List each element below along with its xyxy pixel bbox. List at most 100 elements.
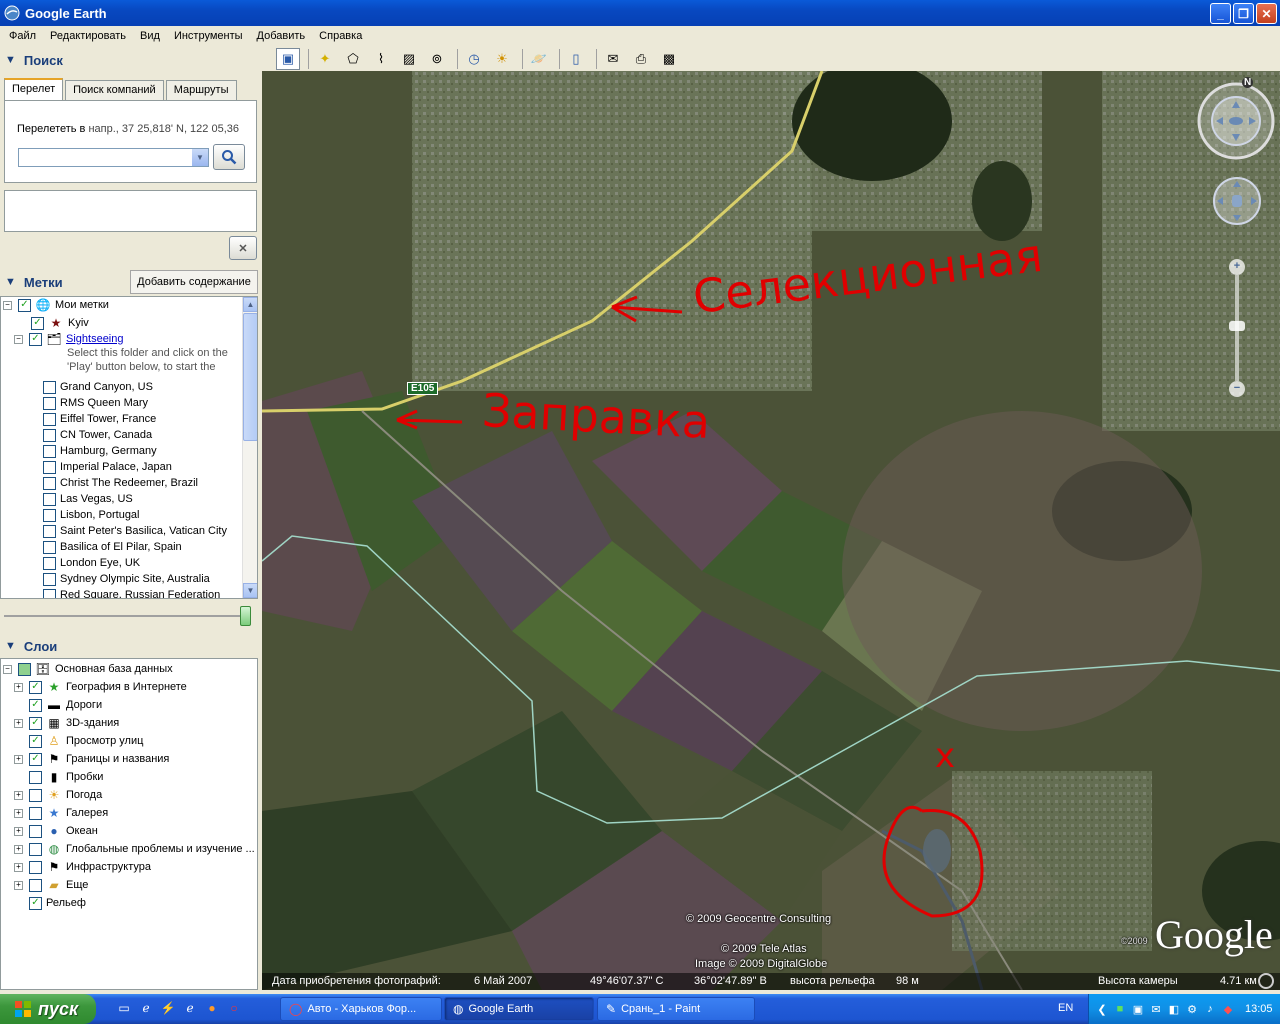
add-content-button[interactable]: Добавить содержание	[130, 270, 258, 294]
checkbox[interactable]	[18, 662, 31, 676]
dropdown-arrow-icon[interactable]: ▼	[192, 149, 208, 166]
menu-view[interactable]: Вид	[133, 30, 167, 42]
checkbox[interactable]	[29, 806, 42, 820]
ruler-button[interactable]: ▯	[564, 48, 588, 70]
taskbar-button-opera[interactable]: ◯ Авто - Харьков Фор...	[280, 997, 442, 1021]
language-indicator[interactable]: EN	[1058, 1002, 1073, 1014]
expand-icon[interactable]: +	[14, 754, 23, 764]
taskbar-button-paint[interactable]: ✎ Срань_1 - Paint	[597, 997, 755, 1021]
place-item[interactable]: CN Tower, Canada	[43, 427, 152, 443]
checkbox[interactable]: ✓	[31, 316, 44, 330]
zoom-slider[interactable]: + −	[1226, 259, 1246, 401]
layer-item[interactable]: + ● Океан	[14, 823, 98, 839]
tab-find-businesses[interactable]: Поиск компаний	[65, 80, 164, 100]
slider-knob[interactable]	[240, 606, 251, 626]
expand-icon[interactable]: +	[14, 682, 23, 692]
tray-app-icon[interactable]: ✉	[1149, 1002, 1163, 1016]
place-item[interactable]: Hamburg, Germany	[43, 443, 157, 459]
volume-icon[interactable]: ♪	[1203, 1002, 1217, 1016]
compass-control[interactable]: N	[1196, 77, 1276, 161]
checkbox[interactable]	[43, 428, 56, 442]
layers-panel-header[interactable]: ▼ Слои	[0, 635, 260, 657]
sidebar-toggle-button[interactable]: ▣	[276, 47, 300, 70]
menu-file[interactable]: Файл	[2, 30, 43, 42]
layer-item[interactable]: ✓ Рельеф	[29, 895, 86, 911]
layer-item[interactable]: ▮ Пробки	[29, 769, 103, 785]
checkbox[interactable]	[43, 412, 56, 426]
minimize-button[interactable]: _	[1210, 3, 1231, 24]
security-icon[interactable]: ◆	[1221, 1002, 1235, 1016]
checkbox[interactable]	[29, 788, 42, 802]
expand-icon[interactable]: +	[14, 826, 23, 836]
collapse-icon[interactable]: −	[14, 334, 23, 344]
layer-item[interactable]: + ◍ Глобальные проблемы и изучение ...	[14, 841, 255, 857]
menu-tools[interactable]: Инструменты	[167, 30, 250, 42]
checkbox[interactable]	[43, 556, 56, 570]
clear-results-button[interactable]: ✕	[229, 236, 257, 260]
layer-item[interactable]: ✓ ▬ Дороги	[29, 697, 102, 713]
opera-icon[interactable]: ○	[226, 1000, 242, 1016]
layer-item[interactable]: + ☀ Погода	[14, 787, 102, 803]
layer-item[interactable]: + ⚑ Инфраструктура	[14, 859, 151, 875]
map-view[interactable]: E105 Селекционная Заправка x N + − © 200…	[262, 71, 1280, 990]
layer-item[interactable]: + ✓ ⚑ Границы и названия	[14, 751, 169, 767]
zoom-thumb[interactable]	[1229, 321, 1245, 331]
add-placemark-button[interactable]: ✦	[313, 48, 337, 70]
tray-app-icon[interactable]: ◧	[1167, 1002, 1181, 1016]
add-overlay-button[interactable]: ▨	[397, 48, 421, 70]
email-button[interactable]: ✉	[601, 48, 625, 70]
place-item[interactable]: Las Vegas, US	[43, 491, 133, 507]
collapse-icon[interactable]: −	[3, 300, 12, 310]
place-item[interactable]: Eiffel Tower, France	[43, 411, 156, 427]
place-folder[interactable]: − ✓ 🗂 Sightseeing	[14, 331, 124, 347]
add-polygon-button[interactable]: ⬠	[341, 48, 365, 70]
checkbox[interactable]: ✓	[29, 734, 42, 748]
tray-app-icon[interactable]: ⚙	[1185, 1002, 1199, 1016]
save-image-button[interactable]: ▩	[657, 48, 681, 70]
checkbox[interactable]: ✓	[29, 752, 42, 766]
place-item[interactable]: Grand Canyon, US	[43, 379, 153, 395]
checkbox[interactable]: ✓	[29, 896, 42, 910]
checkbox[interactable]	[43, 540, 56, 554]
search-panel-header[interactable]: ▼ Поиск	[0, 49, 260, 71]
firefox-icon[interactable]: ●	[204, 1000, 220, 1016]
checkbox[interactable]: ✓	[29, 332, 42, 346]
close-button[interactable]: ✕	[1256, 3, 1277, 24]
layer-item[interactable]: + ★ Галерея	[14, 805, 108, 821]
zoom-in-icon[interactable]: +	[1229, 259, 1245, 275]
checkbox[interactable]	[29, 878, 42, 892]
expand-icon[interactable]: +	[14, 880, 23, 890]
layer-item[interactable]: + ✓ ★ География в Интернете	[14, 679, 187, 695]
ie-icon[interactable]: ℯ	[138, 1000, 154, 1016]
layer-item[interactable]: + ▰ Еще	[14, 877, 88, 893]
place-item[interactable]: RMS Queen Mary	[43, 395, 148, 411]
menu-edit[interactable]: Редактировать	[43, 30, 133, 42]
pan-control[interactable]	[1212, 176, 1262, 226]
checkbox[interactable]	[29, 824, 42, 838]
fly-to-input[interactable]: ▼	[18, 148, 209, 167]
add-path-button[interactable]: ⌇	[369, 48, 393, 70]
checkbox[interactable]: ✓	[29, 698, 42, 712]
historical-imagery-button[interactable]: ◷	[462, 48, 486, 70]
place-item[interactable]: Red Square, Russian Federation	[43, 587, 220, 598]
expand-icon[interactable]: +	[14, 844, 23, 854]
expand-icon[interactable]: +	[14, 718, 23, 728]
checkbox[interactable]	[43, 444, 56, 458]
place-item[interactable]: Basilica of El Pilar, Spain	[43, 539, 182, 555]
tab-directions[interactable]: Маршруты	[165, 80, 237, 100]
app-icon[interactable]: ⚡	[160, 1000, 176, 1016]
layers-root[interactable]: − 🗄 Основная база данных	[3, 661, 173, 677]
show-desktop-icon[interactable]: ▭	[116, 1000, 132, 1016]
scroll-down-icon[interactable]: ▼	[243, 583, 257, 598]
layer-item[interactable]: + ✓ ▦ 3D-здания	[14, 715, 119, 731]
menu-help[interactable]: Справка	[312, 30, 369, 42]
checkbox[interactable]	[43, 508, 56, 522]
places-scrollbar[interactable]: ▲ ▼	[242, 297, 257, 598]
scroll-up-icon[interactable]: ▲	[243, 297, 257, 312]
checkbox[interactable]	[43, 476, 56, 490]
checkbox[interactable]: ✓	[18, 298, 31, 312]
checkbox[interactable]	[43, 460, 56, 474]
tray-expand-icon[interactable]: ❮	[1095, 1002, 1109, 1016]
place-item[interactable]: Imperial Palace, Japan	[43, 459, 172, 475]
network-icon[interactable]: ■	[1113, 1002, 1127, 1016]
